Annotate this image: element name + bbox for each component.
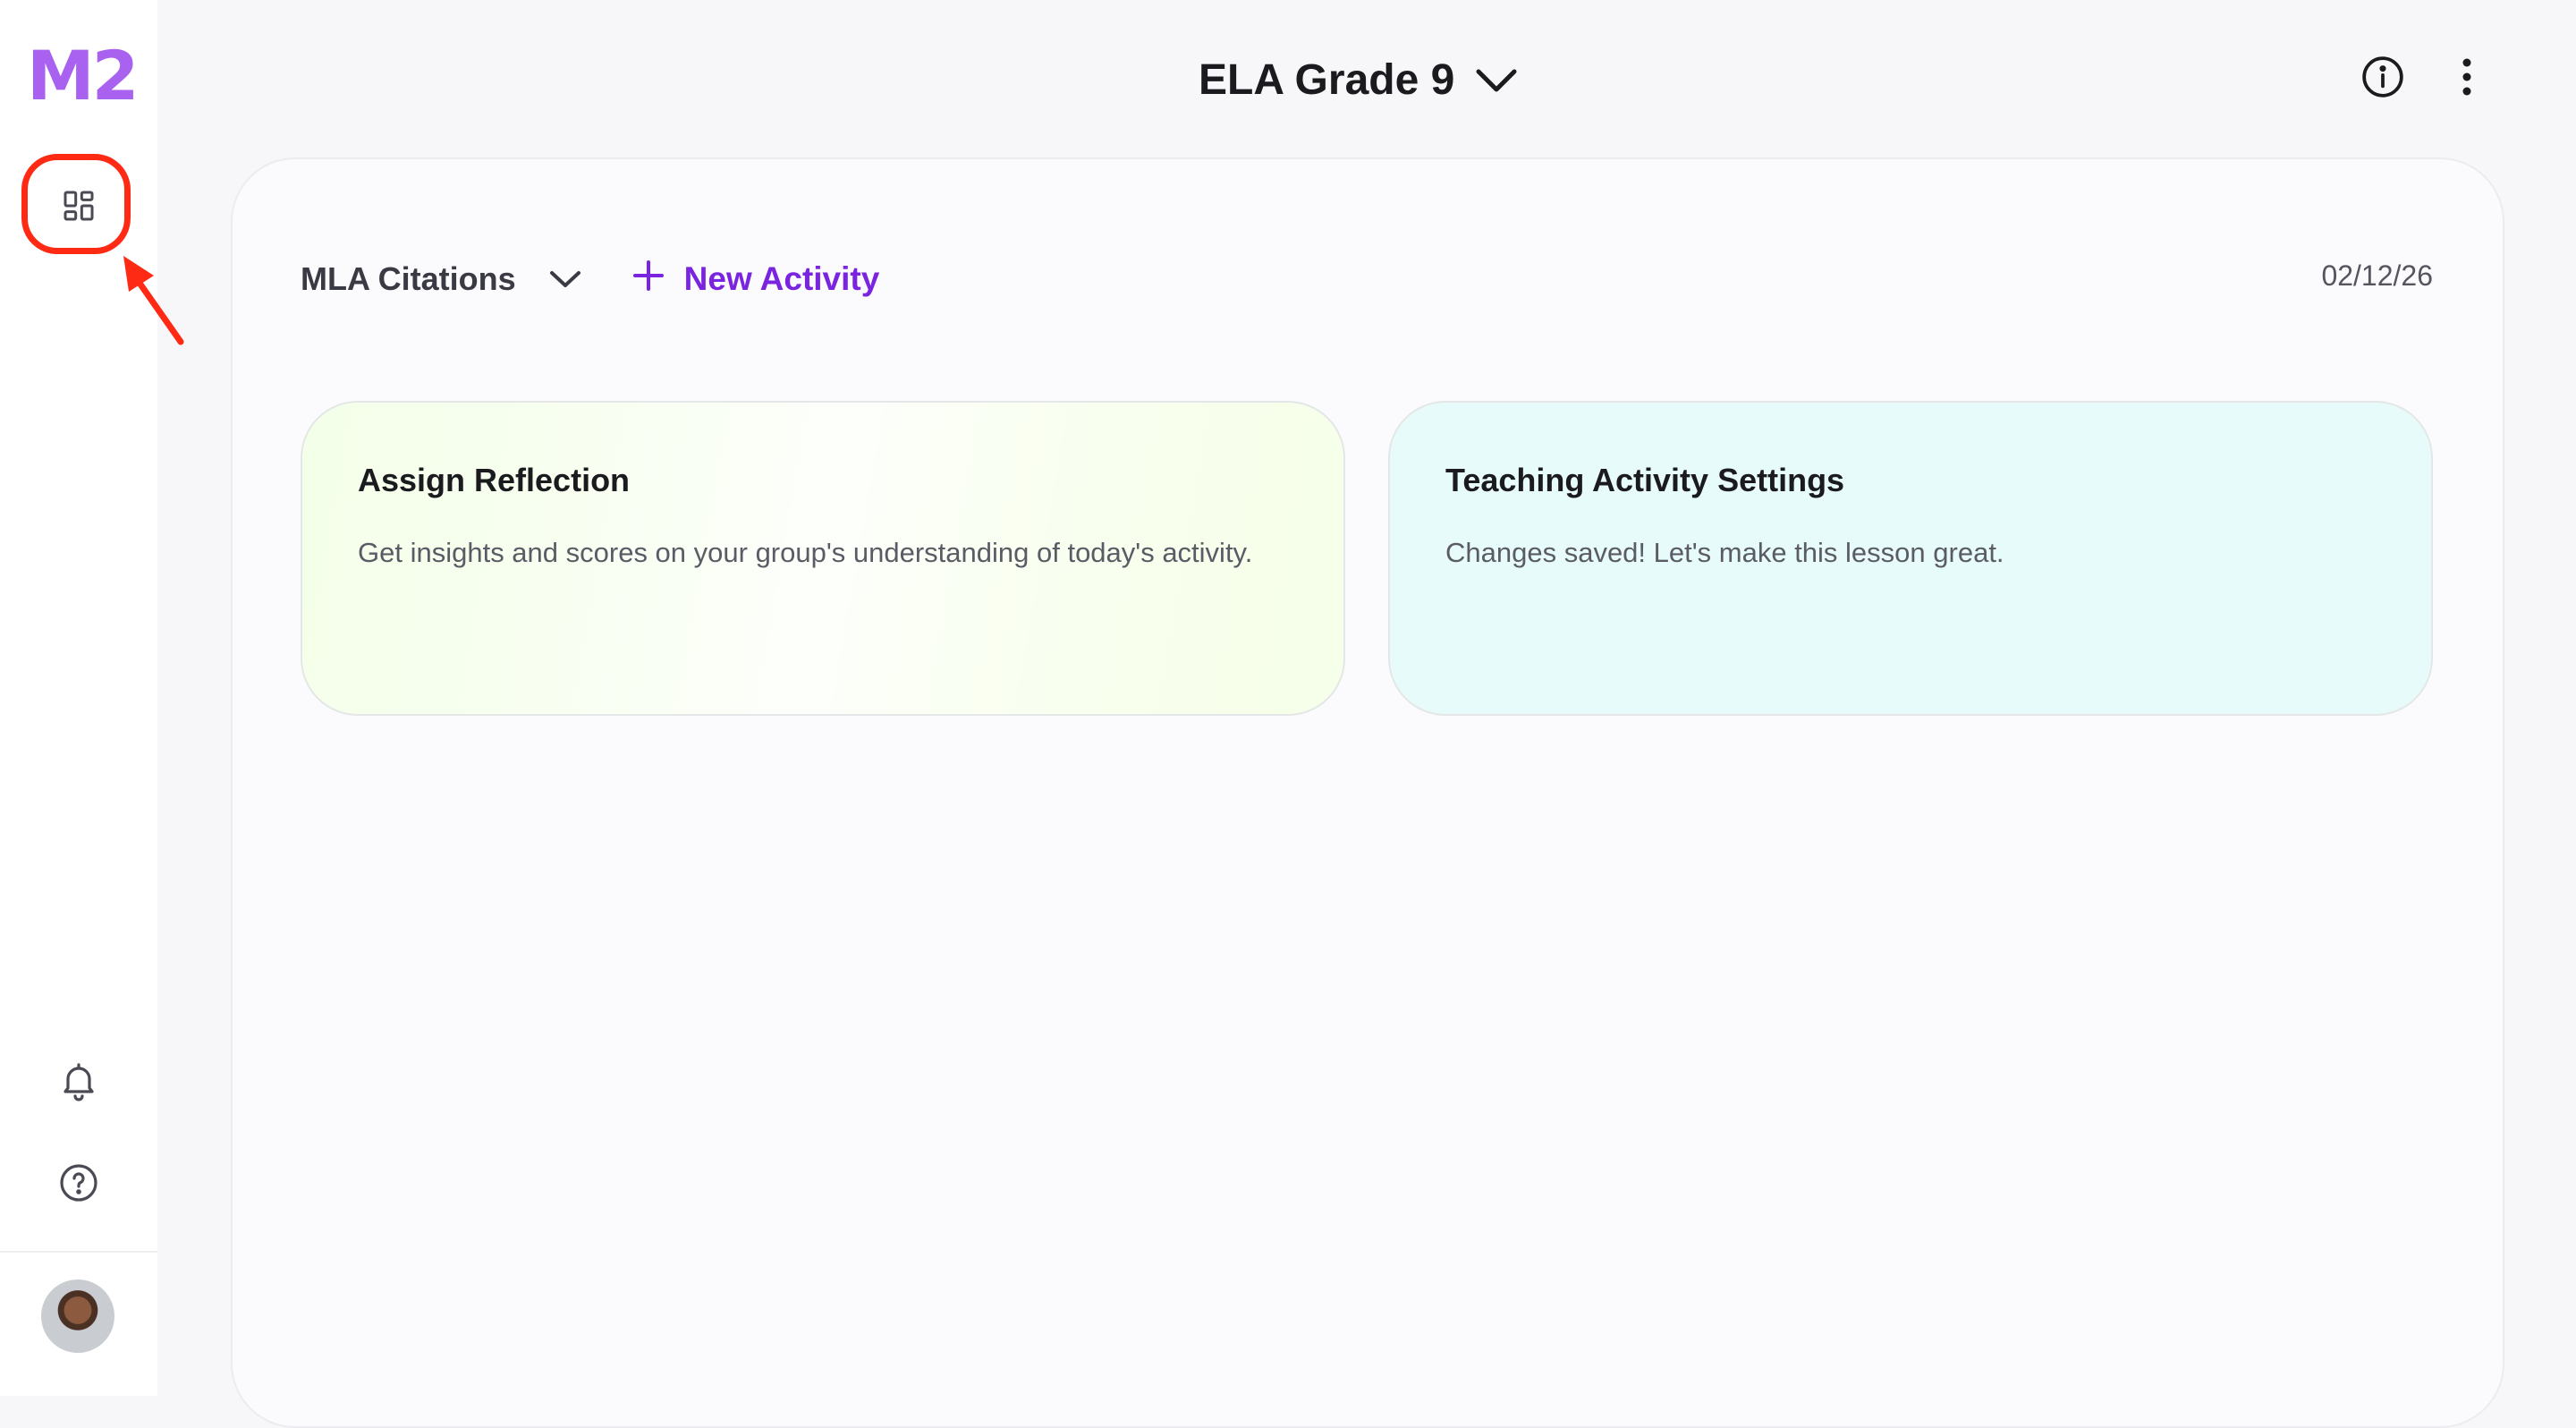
more-vertical-icon [2460,57,2474,101]
new-activity-label: New Activity [683,260,880,297]
info-icon [2360,55,2405,104]
course-title: ELA Grade 9 [1199,55,1455,104]
sidebar-item-notifications[interactable] [52,1056,106,1109]
chevron-down-icon [548,260,582,298]
arrow-annotation [123,256,184,345]
info-button[interactable] [2354,50,2411,107]
card-title: Assign Reflection [358,462,631,498]
sidebar-item-help[interactable] [52,1158,106,1211]
app-logo[interactable]: M2 [27,42,140,110]
plus-icon [632,259,665,300]
teaching-activity-settings-card[interactable]: Teaching Activity Settings Changes saved… [1388,401,2433,716]
more-options-button[interactable] [2438,50,2496,107]
bell-icon [57,1059,100,1107]
card-description: Get insights and scores on your group's … [358,537,1253,568]
lesson-selector[interactable]: MLA Citations [301,260,582,298]
new-activity-button[interactable]: New Activity [632,259,880,300]
highlight-ring-annotation [21,154,131,254]
lesson-toolbar: MLA Citations New Activity [301,252,879,306]
card-description: Changes saved! Let's make this lesson gr… [1445,537,2004,568]
course-selector[interactable]: ELA Grade 9 [1199,48,1519,111]
help-icon [57,1161,100,1209]
sidebar-divider [0,1251,157,1253]
card-title: Teaching Activity Settings [1445,462,1845,498]
main-panel [231,157,2504,1428]
avatar[interactable] [41,1279,114,1353]
lesson-name: MLA Citations [301,260,516,297]
assign-reflection-card[interactable]: Assign Reflection Get insights and score… [301,401,1345,716]
lesson-date: 02/12/26 [2321,259,2433,292]
chevron-down-icon [1474,55,1519,105]
